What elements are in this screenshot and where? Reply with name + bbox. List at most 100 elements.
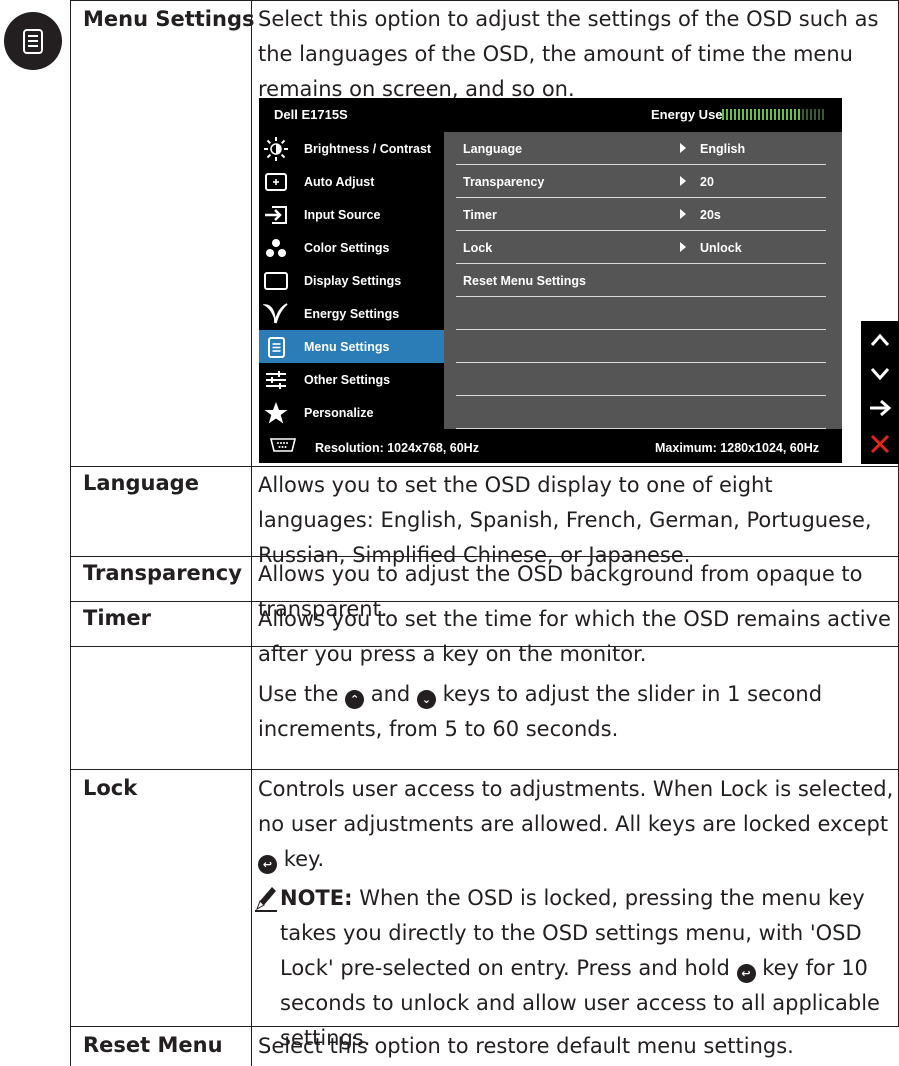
osd-menu-item-label: Personalize — [304, 406, 374, 420]
caret-right-icon — [680, 242, 686, 252]
row-desc-menu-settings: Select this option to adjust the setting… — [258, 7, 879, 101]
energy-meter-bar — [750, 109, 752, 120]
auto-adjust-icon — [263, 169, 289, 195]
osd-menu-item-label: Menu Settings — [304, 340, 390, 354]
down-arrow-icon[interactable] — [861, 357, 899, 391]
row-desc-reset-menu-settings: Select this option to restore default me… — [258, 1034, 794, 1058]
osd-menu-item-label: Color Settings — [304, 241, 390, 255]
energy-meter-bar — [806, 109, 808, 120]
energy-meter-bar — [790, 109, 792, 120]
osd-menu-item-other-settings[interactable]: Other Settings — [259, 363, 444, 396]
osd-empty-row — [444, 363, 826, 396]
lock-description: Controls user access to adjustments. Whe… — [258, 772, 894, 877]
osd-menu-item-display-settings[interactable]: Display Settings — [259, 264, 444, 297]
energy-meter-bar — [822, 109, 824, 120]
back-key-icon: ↩ — [258, 855, 277, 874]
osd-empty-row — [444, 396, 826, 429]
timer-extra-mid: and — [370, 682, 411, 706]
osd-empty-row — [444, 297, 826, 330]
up-key-icon: ⌃ — [345, 690, 365, 709]
osd-menu-item-personalize[interactable]: Personalize — [259, 396, 444, 429]
menu-settings-icon — [4, 12, 62, 70]
energy-meter-bar — [798, 109, 800, 120]
osd-option-language[interactable]: Language English — [444, 132, 826, 165]
note-label: NOTE: — [280, 886, 353, 910]
row-label-menu-settings: Menu Settings — [83, 7, 255, 31]
input-source-icon — [263, 202, 289, 228]
close-x-icon[interactable] — [861, 427, 899, 461]
osd-option-value: 20s — [700, 208, 721, 222]
osd-footer: Resolution: 1024x768, 60Hz Maximum: 1280… — [259, 429, 842, 463]
energy-meter-bar — [814, 109, 816, 120]
osd-menu-item-label: Input Source — [304, 208, 381, 222]
energy-meter-bar — [754, 109, 756, 120]
other-settings-icon — [263, 367, 289, 393]
row-label-reset-menu-settings: Reset Menu Settings — [83, 1033, 223, 1057]
timer-description: Allows you to set the time for which the… — [258, 607, 891, 666]
table-border-left — [70, 0, 71, 1066]
energy-meter-bar — [810, 109, 812, 120]
osd-option-value: 20 — [700, 175, 714, 189]
osd-menu-item-label: Energy Settings — [304, 307, 400, 321]
osd-option-value: Unlock — [700, 241, 742, 255]
caret-right-icon — [680, 143, 686, 153]
osd-menu-item-brightness-contrast[interactable]: Brightness / Contrast — [259, 132, 444, 165]
energy-meter-bar — [726, 109, 728, 120]
energy-use-meter — [722, 109, 824, 120]
osd-option-lock[interactable]: Lock Unlock — [444, 231, 826, 264]
up-arrow-icon[interactable] — [861, 323, 899, 357]
osd-option-name: Timer — [463, 208, 497, 222]
osd-current-resolution: Resolution: 1024x768, 60Hz — [315, 441, 479, 455]
osd-menu-item-auto-adjust[interactable]: Auto Adjust — [259, 165, 444, 198]
energy-meter-bar — [782, 109, 784, 120]
display-settings-icon — [263, 268, 289, 294]
osd-energy-label: Energy Use — [651, 107, 723, 122]
osd-maximum-resolution: Maximum: 1280x1024, 60Hz — [655, 441, 819, 455]
note-pencil-icon — [255, 887, 277, 912]
back-key-icon: ↩ — [736, 964, 756, 983]
energy-meter-bar — [738, 109, 740, 120]
energy-meter-bar — [766, 109, 768, 120]
osd-empty-row — [444, 330, 826, 363]
row-divider — [70, 769, 899, 770]
osd-option-timer[interactable]: Timer 20s — [444, 198, 826, 231]
energy-meter-bar — [794, 109, 796, 120]
right-arrow-icon[interactable] — [861, 391, 899, 425]
row-desc-lock: Controls user access to adjustments. Whe… — [255, 772, 894, 1056]
brightness-icon — [263, 136, 289, 162]
row-desc-timer: Allows you to set the time for which the… — [258, 602, 894, 747]
osd-option-reset-menu-settings[interactable]: Reset Menu Settings — [444, 264, 826, 297]
star-icon — [263, 400, 289, 426]
osd-menu-item-label: Display Settings — [304, 274, 402, 288]
osd-menu-item-color-settings[interactable]: Color Settings — [259, 231, 444, 264]
lock-desc-prefix: Controls user access to adjustments. Whe… — [258, 777, 894, 836]
osd-button-bar — [861, 321, 899, 464]
osd-option-name: Lock — [463, 241, 493, 255]
menu-settings-icon — [263, 334, 289, 360]
osd-menu-item-input-source[interactable]: Input Source — [259, 198, 444, 231]
osd-menu-item-menu-settings[interactable]: Menu Settings — [259, 330, 444, 363]
color-settings-icon — [263, 235, 289, 261]
caret-right-icon — [680, 209, 686, 219]
row-label-transparency: Transparency — [83, 561, 242, 585]
osd-option-transparency[interactable]: Transparency 20 — [444, 165, 826, 198]
osd-option-name: Transparency — [463, 175, 545, 189]
lock-desc-suffix: key. — [283, 847, 325, 871]
osd-menu-item-label: Other Settings — [304, 373, 391, 387]
vga-connector-icon — [269, 438, 297, 452]
energy-meter-bar — [746, 109, 748, 120]
osd-menu-item-label: Brightness / Contrast — [304, 142, 432, 156]
energy-meter-bar — [786, 109, 788, 120]
energy-settings-icon — [263, 301, 289, 327]
row-label-language: Language — [83, 471, 199, 495]
energy-meter-bar — [762, 109, 764, 120]
energy-meter-bar — [730, 109, 732, 120]
timer-extra-prefix: Use the — [258, 682, 339, 706]
osd-menu-item-label: Auto Adjust — [304, 175, 375, 189]
energy-meter-bar — [778, 109, 780, 120]
osd-menu-item-energy-settings[interactable]: Energy Settings — [259, 297, 444, 330]
osd-header: Dell E1715S Energy Use — [259, 98, 842, 132]
energy-meter-bar — [758, 109, 760, 120]
down-key-icon: ⌄ — [416, 690, 436, 709]
energy-meter-bar — [818, 109, 820, 120]
